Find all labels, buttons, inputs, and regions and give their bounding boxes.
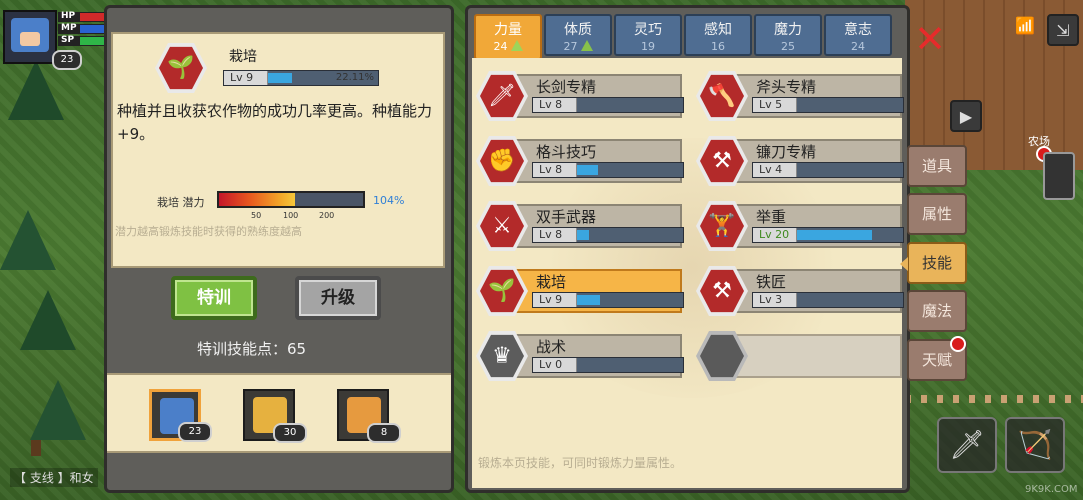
- tab-strength[interactable]: 力量 24: [474, 14, 542, 60]
- skill-detail-name: 栽培: [229, 49, 257, 65]
- tab-skills[interactable]: 技能: [900, 242, 967, 284]
- skills-hint: 锻炼本页技能，可同时锻炼力量属性。: [478, 456, 683, 470]
- skill-detail-level-bar: Lv 9 22.11%: [223, 70, 379, 86]
- skill-item[interactable]: ✊ 格斗技巧 Lv 8: [476, 133, 688, 189]
- training-points-value: 65: [287, 340, 307, 358]
- skill-list-panel: 力量 24 体质 27 灵巧 19 感知 16 魔力 25 意志 24 🗡 长剑…: [465, 5, 910, 493]
- anvil-icon: ⚒: [696, 265, 748, 317]
- skill-progress-fill: [577, 230, 590, 240]
- wifi-icon: 📶: [1015, 16, 1035, 35]
- party-bar: 23 30 8: [107, 373, 451, 453]
- player-portrait[interactable]: [3, 10, 57, 64]
- skill-item[interactable]: 🏋 举重 Lv 20: [696, 198, 908, 254]
- tactics-icon: ♛: [476, 330, 528, 382]
- tab-perception[interactable]: 感知 16: [684, 14, 752, 56]
- mp-fill: [80, 25, 104, 33]
- locked-slot-icon: [696, 330, 748, 382]
- skill-detail-progress-fill: [268, 73, 292, 83]
- player-face: [11, 18, 49, 52]
- crossed-swords-icon: ⚔: [476, 200, 528, 252]
- tab-spells[interactable]: 魔法: [907, 290, 967, 332]
- skill-detail-panel: 🌱 栽培 Lv 9 22.11% 种植并且收获农作物的成功几率更高。种植能力+9…: [104, 5, 454, 493]
- train-button[interactable]: 特训: [171, 276, 257, 320]
- play-icon[interactable]: ▶: [950, 100, 982, 132]
- skill-level-bar: Lv 8: [532, 97, 684, 113]
- member-level-badge: 30: [273, 423, 307, 443]
- hp-fill: [80, 13, 104, 21]
- close-icon[interactable]: ✕: [912, 20, 948, 58]
- watermark-text: 9K9K.COM: [1025, 484, 1078, 495]
- tab-dexterity[interactable]: 灵巧 19: [614, 14, 682, 56]
- tab-attributes[interactable]: 属性: [907, 193, 967, 235]
- up-arrow-icon: [580, 40, 593, 51]
- skill-item[interactable]: ⚒ 镰刀专精 Lv 4: [696, 133, 908, 189]
- skill-item[interactable]: ♛ 战术 Lv 0: [476, 328, 688, 384]
- tab-constitution[interactable]: 体质 27: [544, 14, 612, 56]
- sprout-icon: 🌱: [476, 265, 528, 317]
- scythe-icon: ⚒: [696, 135, 748, 187]
- skill-item[interactable]: 🪓 斧头专精 Lv 5: [696, 68, 908, 124]
- training-points: 特训技能点：65: [197, 338, 306, 359]
- member-level-badge: 23: [178, 422, 212, 442]
- pine-tree: [20, 290, 76, 350]
- skill-level-bar: Lv 8: [532, 162, 684, 178]
- tree-trunk: [31, 440, 41, 456]
- hp-bar: HP: [58, 11, 106, 22]
- party-member-portrait[interactable]: 30: [243, 389, 307, 443]
- skill-item[interactable]: ⚒ 铁匠 Lv 3: [696, 263, 908, 319]
- skill-info-card: 🌱 栽培 Lv 9 22.11% 种植并且收获农作物的成功几率更高。种植能力+9…: [111, 32, 445, 268]
- skill-level-bar: Lv 20: [752, 227, 904, 243]
- sword-action-icon[interactable]: 🗡: [937, 417, 997, 473]
- potential-tick: 200: [319, 211, 335, 220]
- fist-icon: ✊: [476, 135, 528, 187]
- player-level-badge: 23: [52, 50, 82, 70]
- potential-bar: [217, 191, 365, 208]
- potential-label: 栽培 潜力: [157, 196, 205, 209]
- tab-magic[interactable]: 魔力 25: [754, 14, 822, 56]
- sp-fill: [80, 37, 104, 45]
- exit-icon[interactable]: ⇲: [1047, 14, 1079, 46]
- axe-icon: 🪓: [696, 70, 748, 122]
- skill-item[interactable]: ⚔ 双手武器 Lv 8: [476, 198, 688, 254]
- pine-tree: [30, 380, 86, 440]
- skill-item[interactable]: 🗡 长剑专精 Lv 8: [476, 68, 688, 124]
- skill-level-bar: Lv 8: [532, 227, 684, 243]
- skill-level-bar: Lv 9: [532, 292, 684, 308]
- fence: [905, 395, 1083, 403]
- skill-progress-fill: [577, 295, 600, 305]
- potential-hint: 潜力越高锻炼技能时获得的熟练度越高: [115, 225, 302, 238]
- skills-grid: 🗡 长剑专精 Lv 8 ✊ 格斗技巧 Lv 8 ⚔ 双手武器 Lv 8 🌱 栽培…: [472, 58, 904, 488]
- skill-progress-fill: [797, 230, 872, 240]
- party-member-portrait[interactable]: 23: [149, 389, 212, 442]
- skill-description: 种植并且收获农作物的成功几率更高。种植能力+9。: [117, 102, 433, 143]
- bow-action-icon[interactable]: 🏹: [1005, 417, 1065, 473]
- upgrade-button[interactable]: 升级: [295, 276, 381, 320]
- pine-tree: [0, 210, 56, 270]
- phone-icon[interactable]: [1043, 152, 1075, 200]
- tab-willpower[interactable]: 意志 24: [824, 14, 892, 56]
- potential-tick: 100: [283, 211, 299, 220]
- skill-level-bar: Lv 4: [752, 162, 904, 178]
- potential-tick: 50: [251, 211, 262, 220]
- mp-bar: MP: [58, 23, 106, 34]
- member-level-badge: 8: [367, 423, 401, 443]
- sword-icon: 🗡: [476, 70, 528, 122]
- party-member-portrait[interactable]: 8: [337, 389, 401, 443]
- tab-items[interactable]: 道具: [907, 145, 967, 187]
- notification-dot: [950, 336, 966, 352]
- up-arrow-icon: [510, 40, 523, 51]
- potential-percent: 104%: [373, 194, 405, 207]
- dumbbell-icon: 🏋: [696, 200, 748, 252]
- skill-level-bar: Lv 0: [532, 357, 684, 373]
- quest-tracker[interactable]: 【 支线 】和女: [10, 468, 98, 487]
- skill-level-bar: Lv 3: [752, 292, 904, 308]
- sp-bar: SP: [58, 35, 106, 46]
- potential-fill: [219, 193, 296, 206]
- skill-item-selected[interactable]: 🌱 栽培 Lv 9: [476, 263, 688, 319]
- sprout-icon: 🌱: [155, 42, 207, 94]
- skill-progress-fill: [577, 165, 598, 175]
- skill-level-bar: Lv 5: [752, 97, 904, 113]
- skill-item-locked: [696, 328, 908, 384]
- training-points-label: 特训技能点：: [197, 340, 288, 358]
